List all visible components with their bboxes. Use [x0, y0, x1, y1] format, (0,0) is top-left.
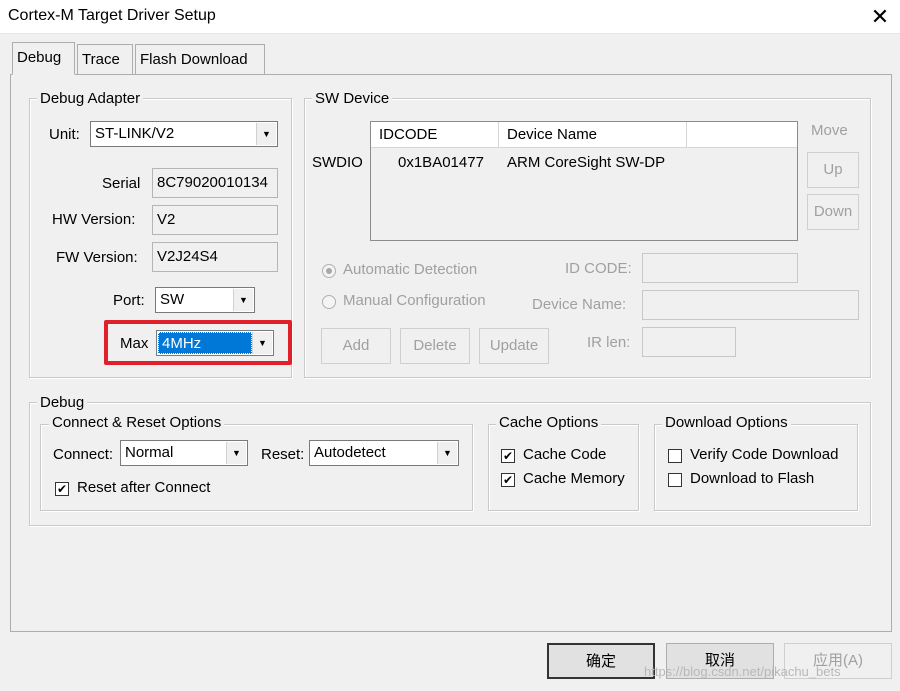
unit-select[interactable]: ST-LINK/V2 ▼ [90, 121, 278, 147]
reset-select[interactable]: Autodetect ▼ [309, 440, 459, 466]
verify-code-download-checkbox[interactable] [668, 449, 682, 463]
cache-memory-label: Cache Memory [523, 470, 625, 487]
id-code-label: ID CODE: [565, 260, 632, 277]
chevron-down-icon: ▼ [233, 289, 253, 311]
cache-code-checkbox[interactable]: ✔ [501, 449, 515, 463]
delete-button[interactable]: Delete [400, 328, 470, 364]
chevron-down-icon: ▼ [437, 442, 457, 464]
automatic-detection-radio[interactable] [322, 264, 336, 278]
connect-select[interactable]: Normal ▼ [120, 440, 248, 466]
download-to-flash-checkbox[interactable] [668, 473, 682, 487]
cache-memory-checkbox[interactable]: ✔ [501, 473, 515, 487]
unit-value: ST-LINK/V2 [95, 125, 175, 142]
title-bar: Cortex-M Target Driver Setup ✕ [0, 0, 900, 34]
ir-len-field[interactable] [642, 327, 736, 357]
update-button[interactable]: Update [479, 328, 549, 364]
device-name-field[interactable] [642, 290, 859, 320]
chevron-down-icon: ▼ [226, 442, 246, 464]
fw-version-label: FW Version: [56, 249, 138, 266]
swdio-label: SWDIO [312, 154, 363, 171]
unit-label: Unit: [49, 126, 80, 143]
move-down-button[interactable]: Down [807, 194, 859, 230]
list-header: IDCODE Device Name [371, 122, 797, 148]
port-value: SW [160, 291, 185, 308]
download-to-flash-label: Download to Flash [690, 470, 815, 487]
serial-field: 8C79020010134 [152, 168, 278, 198]
connect-label: Connect: [53, 446, 114, 463]
tab-debug[interactable]: Debug [12, 42, 75, 75]
ok-button[interactable]: 确定 [547, 643, 655, 679]
tab-flash-download[interactable]: Flash Download [135, 44, 265, 74]
reset-value: Autodetect [314, 444, 386, 461]
reset-label: Reset: [261, 446, 305, 463]
automatic-detection-label: Automatic Detection [343, 261, 478, 278]
hw-version-label: HW Version: [52, 211, 136, 228]
connect-reset-group [40, 424, 473, 511]
sw-device-title: SW Device [312, 90, 393, 107]
connect-value: Normal [125, 444, 174, 461]
id-code-field[interactable] [642, 253, 798, 283]
ir-len-label: IR len: [587, 334, 631, 351]
move-label: Move [811, 122, 848, 139]
highlight-annotation [104, 320, 292, 365]
download-options-title: Download Options [662, 414, 791, 431]
verify-code-download-label: Verify Code Download [690, 446, 839, 463]
manual-configuration-radio[interactable] [322, 295, 336, 309]
cache-code-label: Cache Code [523, 446, 607, 463]
cache-options-title: Cache Options [496, 414, 602, 431]
port-label: Port: [113, 292, 145, 309]
reset-after-connect-checkbox[interactable]: ✔ [55, 482, 69, 496]
port-select[interactable]: SW ▼ [155, 287, 255, 313]
watermark: https://blog.csdn.net/pikachu_bets [644, 664, 841, 679]
reset-after-connect-label: Reset after Connect [77, 479, 211, 496]
add-button[interactable]: Add [321, 328, 391, 364]
tab-trace[interactable]: Trace [77, 44, 133, 74]
window-title: Cortex-M Target Driver Setup [8, 7, 216, 24]
cache-options-group [488, 424, 639, 511]
serial-label: Serial [102, 175, 141, 192]
fw-version-field: V2J24S4 [152, 242, 278, 272]
idcode-cell: 0x1BA01477 [398, 154, 484, 171]
download-options-group [654, 424, 858, 511]
device-name-cell: ARM CoreSight SW-DP [507, 154, 666, 171]
close-icon[interactable]: ✕ [864, 2, 896, 32]
device-name-label: Device Name: [532, 296, 627, 313]
connect-reset-title: Connect & Reset Options [49, 414, 225, 431]
column-header-idcode[interactable]: IDCODE [371, 122, 499, 148]
move-up-button[interactable]: Up [807, 152, 859, 188]
manual-configuration-label: Manual Configuration [343, 292, 486, 309]
debug-adapter-title: Debug Adapter [37, 90, 144, 107]
hw-version-field: V2 [152, 205, 278, 235]
sw-device-list[interactable]: IDCODE Device Name 0x1BA01477 ARM CoreSi… [370, 121, 798, 241]
debug-group-title: Debug [37, 394, 88, 411]
column-header-device-name[interactable]: Device Name [499, 122, 687, 148]
chevron-down-icon: ▼ [256, 123, 276, 145]
